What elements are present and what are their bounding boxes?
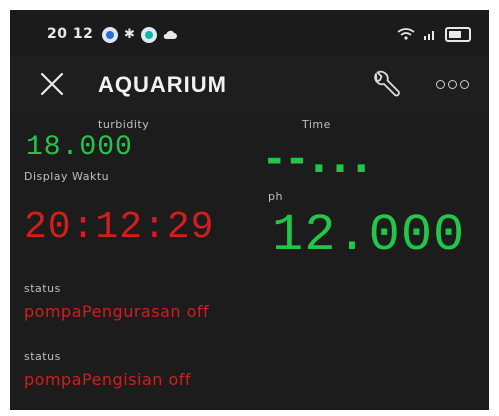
wifi-icon xyxy=(397,25,415,44)
more-dot xyxy=(460,80,469,89)
settings-button[interactable] xyxy=(368,68,402,102)
time-label: Time xyxy=(302,118,331,131)
status-time: 20 12 xyxy=(47,26,94,42)
app-notification-icon xyxy=(102,26,118,43)
app-notification-icon xyxy=(140,26,157,43)
phone-screen: 20 12 ✱ AQUARIUM turbidity 18.000 Time -… xyxy=(10,10,489,410)
time-value: --... xyxy=(266,136,375,182)
status-value-pengurasan: pompaPengurasan off xyxy=(24,302,210,321)
status-left-icons: ✱ xyxy=(102,25,177,44)
app-title: AQUARIUM xyxy=(98,72,227,97)
more-button[interactable] xyxy=(436,80,469,89)
signal-icon xyxy=(423,25,437,44)
ph-label: ph xyxy=(268,190,283,203)
ph-value: 12.000 xyxy=(272,206,466,265)
status-value-pengisian: pompaPengisian off xyxy=(24,370,192,389)
status-label-pengurasan: status xyxy=(24,282,61,295)
cloud-icon xyxy=(163,25,177,44)
turbidity-value: 18.000 xyxy=(26,132,133,163)
app-bar: AQUARIUM xyxy=(10,56,489,114)
more-dot xyxy=(436,80,445,89)
display-waktu-value: 20:12:29 xyxy=(24,206,215,249)
status-right-icons xyxy=(397,25,471,44)
usb-icon: ✱ xyxy=(124,27,135,42)
wrench-icon xyxy=(374,70,400,97)
dashboard-content: turbidity 18.000 Time --... Display Wakt… xyxy=(10,114,489,410)
close-button[interactable] xyxy=(38,70,66,98)
status-bar: 20 12 ✱ xyxy=(10,10,489,56)
more-dot xyxy=(448,80,457,89)
turbidity-label: turbidity xyxy=(98,118,150,131)
display-waktu-label: Display Waktu xyxy=(24,170,110,183)
status-label-pengisian: status xyxy=(24,350,61,363)
close-icon xyxy=(40,72,64,96)
battery-icon xyxy=(445,27,471,42)
